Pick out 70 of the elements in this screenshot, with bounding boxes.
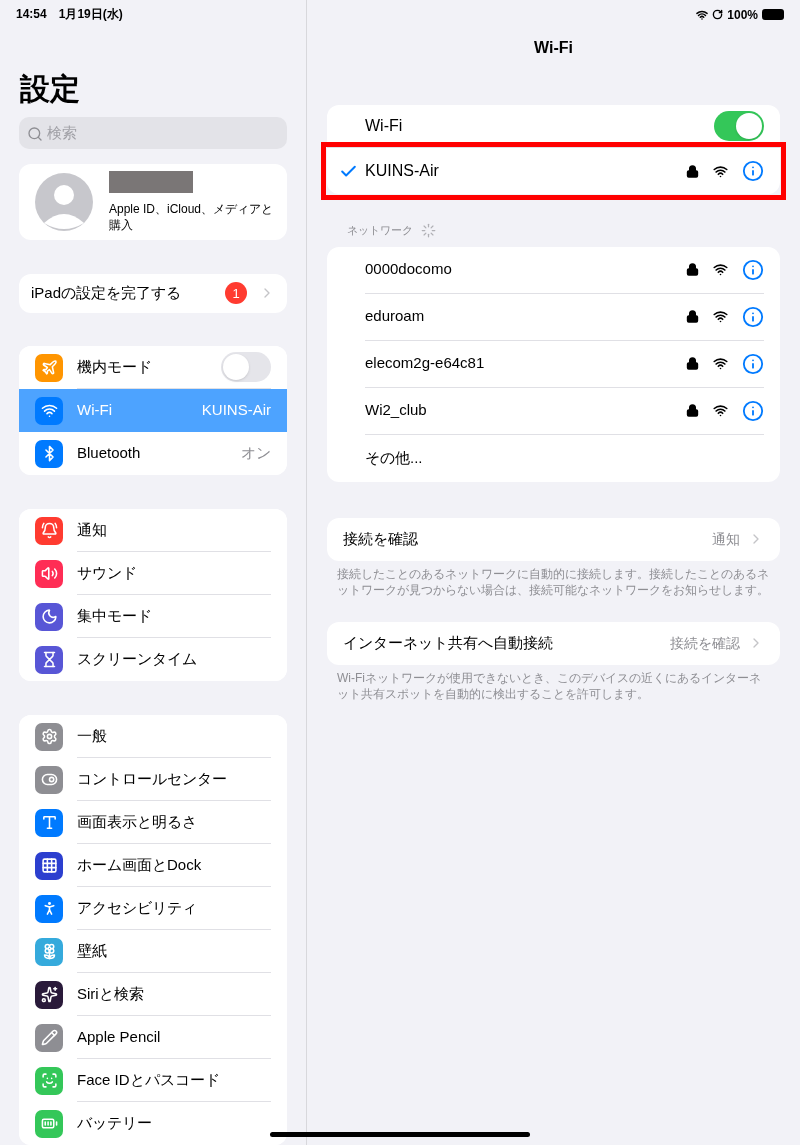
item-label: Wi-Fi [77,400,113,421]
network-name: KUINS-Air [365,161,440,181]
info-icon[interactable] [742,160,764,182]
wifi-signal-icon [713,262,728,277]
status-date: 1月19日(水) [58,6,123,23]
info-icon[interactable] [742,305,764,328]
battery-percent: 100% [727,6,758,24]
network-name: 0000docomo [365,259,453,280]
avatar-icon [35,172,93,231]
network-row[interactable]: 0000docomo [327,246,780,294]
item-label: ホーム画面とDock [77,854,203,875]
item-value: KUINS-Air [201,400,271,421]
sidebar-title: 設定 [20,71,81,107]
info-icon[interactable] [742,399,764,422]
wifi-status-icon [696,8,709,21]
airplane-toggle[interactable] [221,352,271,382]
wifi-signal-icon [713,356,728,371]
item-label: サウンド [77,562,138,583]
page-title: Wi-Fi [533,38,574,58]
profile-subtitle: Apple ID、iCloud、メディアと購入 [109,200,275,233]
setting-value: 通知 [712,529,740,549]
rotation-lock-icon [712,9,724,20]
notification-badge: 1 [225,282,247,305]
item-label: スクリーンタイム [77,649,198,670]
setting-row[interactable]: 接続を確認 通知 [327,517,780,561]
spinner-icon [421,222,436,238]
lock-icon [686,164,699,178]
setup-label: iPadの設定を完了する [31,283,183,304]
setting-note: 接続したことのあるネットワークに自動的に接続します。接続したことのあるネットワークが見つからない場合は、接続可能なネットワークをお知らせします。 [337,565,770,598]
wifi-signal-icon [713,309,728,324]
status-time: 14:54 [16,6,47,23]
item-label: Bluetooth [77,443,142,464]
item-label: 壁紙 [77,940,108,961]
section-header: ネットワーク [347,223,413,238]
item-label: 通知 [77,519,108,540]
network-row[interactable]: eduroam [327,293,780,341]
item-label: 集中モード [77,605,153,626]
search-icon [27,126,43,142]
item-label: Siriと検索 [77,983,145,1004]
setting-note: Wi-Fiネットワークが使用できないとき、このデバイスの近くにあるインターネット共有スポットを自動的に検出することを許可します。 [337,669,762,702]
item-label: バッテリー [77,1113,153,1134]
setup-row[interactable]: iPadの設定を完了する 1 [19,273,287,313]
setting-label: 接続を確認 [343,528,419,549]
network-row[interactable]: elecom2g-e64c81 [327,340,780,388]
item-label: Apple Pencil [77,1026,162,1047]
setting-value: 接続を確認 [670,633,740,653]
wifi-label: Wi-Fi [365,116,404,136]
item-label: Face IDとパスコード [77,1069,221,1090]
item-label: アクセシビリティ [77,897,198,918]
info-icon[interactable] [742,352,764,375]
battery-icon [762,9,784,20]
item-label: 一般 [77,725,108,746]
item-label: コントロールセンター [77,768,228,789]
profile-card[interactable]: Apple ID、iCloud、メディアと購入 [19,163,287,240]
network-name: Wi2_club [365,400,428,421]
network-name: eduroam [365,306,426,327]
setting-row[interactable]: インターネット共有へ自動接続 接続を確認 [327,621,780,665]
setting-label: インターネット共有へ自動接続 [343,632,554,653]
search-field[interactable]: 検索 [19,117,287,149]
network-row[interactable]: その他... [327,434,780,482]
wifi-signal-icon [713,163,728,179]
item-label: 画面表示と明るさ [77,811,198,832]
item-label: 機内モード [77,356,153,377]
wifi-signal-icon [713,403,728,418]
network-row[interactable]: Wi2_club [327,387,780,435]
wifi-toggle[interactable] [714,111,764,141]
network-name: elecom2g-e64c81 [365,353,486,374]
item-value: オン [241,443,271,464]
info-icon[interactable] [742,258,764,281]
network-name: その他... [365,447,424,468]
